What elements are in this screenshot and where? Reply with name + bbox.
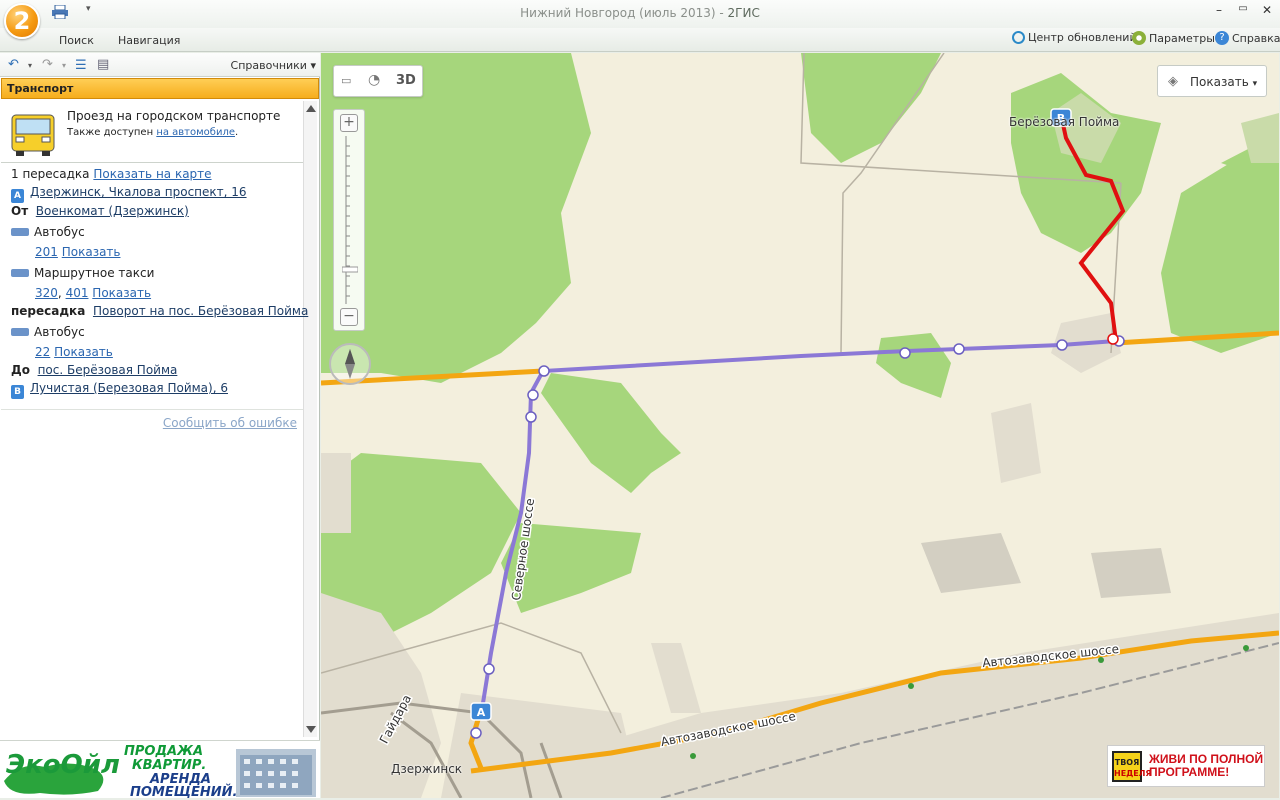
forward-icon[interactable]: ↷: [42, 57, 53, 72]
route-320-link[interactable]: 320: [35, 286, 58, 300]
ad-line-4: ПОМЕЩЕНИЙ.: [130, 784, 237, 798]
minibus-small-icon: [11, 269, 29, 277]
bus2-routes: 22 Показать: [35, 345, 113, 359]
label-berezovaya-poima: Берёзовая Пойма: [1009, 115, 1120, 129]
bus2-row: Автобус: [11, 325, 85, 339]
scroll-up-icon[interactable]: [306, 105, 316, 112]
ad-slogan: ЖИВИ ПО ПОЛНОЙ ПРОГРАММЕ!: [1149, 752, 1264, 779]
route-22-link[interactable]: 22: [35, 345, 50, 359]
bus1-row: Автобус: [11, 225, 85, 239]
report-error-link[interactable]: Сообщить об ошибке: [163, 416, 297, 430]
updates-center-button[interactable]: Центр обновлений: [1012, 31, 1137, 44]
svg-text:A: A: [477, 706, 486, 719]
back-icon[interactable]: ↶: [8, 57, 19, 72]
section-header: Транспорт: [1, 78, 319, 99]
scroll-down-icon[interactable]: [306, 726, 316, 733]
close-icon[interactable]: ✕: [1258, 3, 1276, 17]
bus-small-icon: [11, 328, 29, 336]
panel-toolbar: ↶ ▾ ↷ ▾ ☰ ▤ Справочники ▾: [0, 53, 320, 77]
divider: [1, 162, 303, 163]
3d-button[interactable]: 3D: [396, 73, 416, 88]
minimize-icon[interactable]: –: [1210, 3, 1228, 17]
app-logo[interactable]: 2: [4, 3, 40, 39]
bus-small-icon: [11, 228, 29, 236]
mode-subtitle: Также доступен на автомобиле.: [67, 127, 239, 138]
from-row: От Военкомат (Дзержинск): [11, 204, 189, 218]
layers-show-button[interactable]: ◈ Показать ▾: [1157, 65, 1267, 97]
from-stop-link[interactable]: Военкомат (Дзержинск): [36, 204, 189, 218]
rotate-icon[interactable]: ◔: [368, 72, 380, 88]
maximize-icon[interactable]: ▭: [1234, 3, 1252, 14]
directories-dropdown[interactable]: Справочники ▾: [231, 59, 316, 72]
by-car-link[interactable]: на автомобиле: [156, 127, 235, 138]
bus1-routes: 201 Показать: [35, 245, 121, 259]
ad-line-1: ПРОДАЖА: [124, 744, 203, 759]
bus-icon: [11, 114, 55, 156]
window-title: Нижний Новгород (июль 2013) - 2ГИС: [520, 6, 760, 20]
to-row: До пос. Берёзовая Пойма: [11, 363, 178, 377]
point-b-badge: B: [11, 385, 24, 399]
gear-icon: [1132, 31, 1146, 45]
menu-bar: Поиск Навигация Центр обновлений Парамет…: [0, 28, 1280, 52]
menu-search[interactable]: Поиск: [59, 34, 94, 47]
map-toolbar: ▭ ◔ 3D: [333, 65, 423, 97]
forward-dropdown-icon[interactable]: ▾: [62, 61, 66, 70]
tvoya-nedelya-banner[interactable]: ТВОЯ НЕДЕЛЯ ЖИВИ ПО ПОЛНОЙ ПРОГРАММЕ!: [1107, 745, 1265, 787]
left-panel: ↶ ▾ ↷ ▾ ☰ ▤ Справочники ▾ Транспорт Прое…: [0, 53, 320, 798]
ecooil-banner-art: ЭкоОйл ПРОДАЖА КВАРТИР. АРЕНДА ПОМЕЩЕНИЙ…: [4, 744, 316, 798]
help-icon: ?: [1215, 31, 1229, 45]
route-401-link[interactable]: 401: [66, 286, 89, 300]
zoom-out-button[interactable]: −: [340, 308, 358, 326]
zoom-slider[interactable]: [342, 136, 358, 306]
compass-icon[interactable]: [329, 343, 371, 385]
zoom-slider-handle[interactable]: [342, 266, 358, 273]
mode-title: Проезд на городском транспорте: [67, 109, 281, 123]
layers-icon: ◈: [1168, 74, 1178, 89]
transfers-row: 1 пересадка Показать на карте: [11, 167, 212, 181]
menu-navigation[interactable]: Навигация: [118, 34, 180, 47]
panel-scrollbar[interactable]: [303, 101, 317, 737]
show-on-map-link[interactable]: Показать на карте: [93, 167, 211, 181]
point-a-badge: A: [11, 189, 24, 203]
route-201-link[interactable]: 201: [35, 245, 58, 259]
print-list-icon[interactable]: ▤: [97, 57, 109, 72]
show-bus2-link[interactable]: Показать: [54, 345, 113, 359]
point-a-link[interactable]: Дзержинск, Чкалова проспект, 16: [30, 185, 247, 199]
tvoya-nedelya-logo: ТВОЯ НЕДЕЛЯ: [1112, 751, 1152, 782]
help-button[interactable]: ? Справка: [1215, 31, 1280, 45]
map-view[interactable]: A B Северное шоссе Автозаводское шоссе А…: [321, 53, 1279, 798]
ad-line-2: КВАРТИР.: [132, 758, 206, 773]
transfer-row: пересадка Поворот на пос. Берёзовая Пойм…: [11, 304, 309, 318]
ruler-icon[interactable]: ▭: [341, 74, 351, 87]
map-canvas[interactable]: A B Северное шоссе Автозаводское шоссе А…: [321, 53, 1279, 798]
ecooil-brand: ЭкоОйл: [6, 750, 120, 780]
zoom-control: + −: [333, 109, 365, 331]
title-bar: 2 ▾ Нижний Новгород (июль 2013) - 2ГИС –…: [0, 0, 1280, 39]
taxi-routes: 320, 401 Показать: [35, 286, 152, 300]
settings-button[interactable]: Параметры: [1132, 31, 1215, 45]
point-b-row: B Лучистая (Березовая Пойма), 6: [11, 381, 228, 399]
point-a-row: A Дзержинск, Чкалова проспект, 16: [11, 185, 247, 203]
show-bus1-link[interactable]: Показать: [62, 245, 121, 259]
marker-a-icon[interactable]: A: [470, 702, 492, 721]
zoom-in-button[interactable]: +: [340, 114, 358, 132]
refresh-icon: [1012, 31, 1025, 44]
back-dropdown-icon[interactable]: ▾: [28, 61, 32, 70]
list-view-icon[interactable]: ☰: [75, 58, 87, 73]
ecooil-banner[interactable]: ЭкоОйл ПРОДАЖА КВАРТИР. АРЕНДА ПОМЕЩЕНИЙ…: [0, 740, 320, 798]
show-taxi-link[interactable]: Показать: [92, 286, 151, 300]
label-dzerzhinsk: Дзержинск: [391, 762, 463, 776]
chevron-down-icon: ▾: [1252, 79, 1258, 89]
taxi-row: Маршрутное такси: [11, 266, 154, 280]
point-b-link[interactable]: Лучистая (Березовая Пойма), 6: [30, 381, 228, 395]
divider: [1, 409, 303, 410]
to-stop-link[interactable]: пос. Берёзовая Пойма: [38, 363, 178, 377]
transfer-stop-link[interactable]: Поворот на пос. Берёзовая Пойма: [93, 304, 308, 318]
